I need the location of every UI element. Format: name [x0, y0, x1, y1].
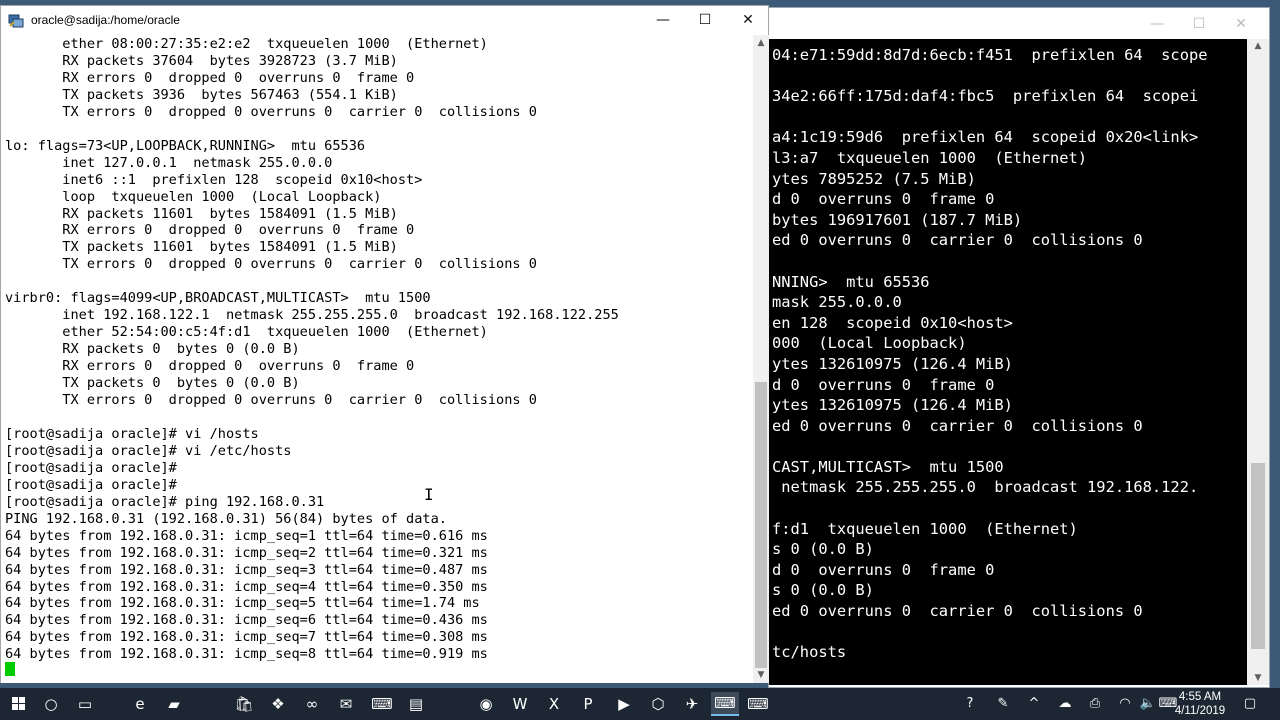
chevron-up-icon[interactable]: ^ [1024, 694, 1044, 714]
notification-center-icon[interactable]: ▢ [1240, 694, 1260, 714]
people-icon[interactable]: ✎ [993, 694, 1013, 714]
mouse-ibeam-cursor: I [424, 485, 434, 504]
taskbar-clock[interactable]: 4:55 AM 4/11/2019 [1172, 690, 1228, 718]
front-scrollbar-thumb[interactable] [755, 382, 767, 668]
task-view-icon[interactable]: ▭ [71, 692, 99, 716]
windows-start-icon[interactable] [4, 692, 32, 716]
app-icon-17[interactable]: ✈ [678, 692, 706, 716]
chrome-icon[interactable]: ◉ [472, 692, 500, 716]
file-explorer-icon[interactable]: ▰ [160, 692, 188, 716]
front-window-title: oracle@sadija:/home/oracle [31, 13, 180, 27]
edge-icon[interactable]: e [126, 692, 154, 716]
back-scroll-down-arrow[interactable]: ▼ [1247, 671, 1269, 685]
mail-icon[interactable]: ✉ [332, 692, 360, 716]
front-close-button[interactable]: ✕ [726, 6, 770, 35]
clock-date: 4/11/2019 [1174, 705, 1226, 717]
printer-icon[interactable]: ⎙ [1085, 694, 1105, 714]
front-scroll-down-arrow[interactable]: ▼ [753, 667, 769, 683]
front-terminal-text: ether 08:00:27:35:e2:e2 txqueuelen 1000 … [5, 36, 619, 663]
excel-icon[interactable]: X [540, 692, 568, 716]
back-scroll-up-arrow[interactable]: ▲ [1247, 39, 1269, 53]
dropbox-icon[interactable]: ❖ [264, 692, 292, 716]
infinity-app-icon[interactable]: ∞ [298, 692, 326, 716]
front-scrollbar[interactable]: ▲ ▼ [753, 35, 769, 683]
volume-icon[interactable]: 🔈 [1138, 694, 1158, 714]
powerpoint-icon[interactable]: P [574, 692, 602, 716]
putty-icon [8, 14, 24, 28]
front-minimize-button[interactable]: — [641, 6, 685, 35]
cloud-icon[interactable]: ☁ [1055, 694, 1075, 714]
front-terminal-window[interactable]: oracle@sadija:/home/oracle — ☐ ✕ ether 0… [0, 5, 769, 683]
putty-icon-3[interactable]: ⌨ [744, 692, 772, 716]
back-scrollbar[interactable]: ▲ ▼ [1247, 39, 1269, 685]
back-scrollbar-thumb[interactable] [1251, 463, 1265, 649]
back-terminal-window[interactable]: — ☐ ✕ 04:e71:59dd:8d7d:6ecb:f451 prefixl… [768, 7, 1270, 688]
back-window-titlebar[interactable]: — ☐ ✕ [769, 8, 1269, 39]
terminal-cursor [5, 662, 15, 676]
virtualbox-icon[interactable]: ⬡ [644, 692, 672, 716]
clock-time: 4:55 AM [1178, 691, 1222, 703]
notepad-icon[interactable]: ▤ [402, 692, 430, 716]
store-icon[interactable]: 🛍 [230, 692, 258, 716]
back-terminal-text: 04:e71:59dd:8d7d:6ecb:f451 prefixlen 64 … [772, 46, 1208, 662]
front-window-titlebar[interactable]: oracle@sadija:/home/oracle — ☐ ✕ [1, 6, 768, 35]
front-scroll-up-arrow[interactable]: ▲ [753, 35, 769, 51]
wifi-icon[interactable]: ◠ [1115, 694, 1135, 714]
search-icon[interactable]: ○ [37, 692, 65, 716]
back-close-button[interactable]: ✕ [1221, 14, 1261, 34]
putty-icon[interactable]: ⌨ [368, 692, 396, 716]
youtube-icon[interactable]: ▶ [610, 692, 638, 716]
front-maximize-button[interactable]: ☐ [683, 6, 727, 35]
help-icon[interactable]: ? [960, 694, 980, 714]
back-terminal-output[interactable]: 04:e71:59dd:8d7d:6ecb:f451 prefixlen 64 … [769, 39, 1247, 685]
back-maximize-button[interactable]: ☐ [1179, 14, 1219, 34]
word-icon[interactable]: W [506, 692, 534, 716]
back-minimize-button[interactable]: — [1137, 14, 1177, 34]
taskbar: ○ ▭ e ▰ 🛍 ❖ ∞ ✉ ⌨ ▤ ◉ W X P ▶ ⬡ ✈ ⌨ ⌨ ? ✎ ^ ☁ ⎙ ◠ 🔈 ⌨ 4:55 AM 4/1… [0, 688, 1280, 720]
front-terminal-output[interactable]: ether 08:00:27:35:e2:e2 txqueuelen 1000 … [1, 35, 753, 683]
putty-icon-2[interactable]: ⌨ [711, 692, 739, 716]
